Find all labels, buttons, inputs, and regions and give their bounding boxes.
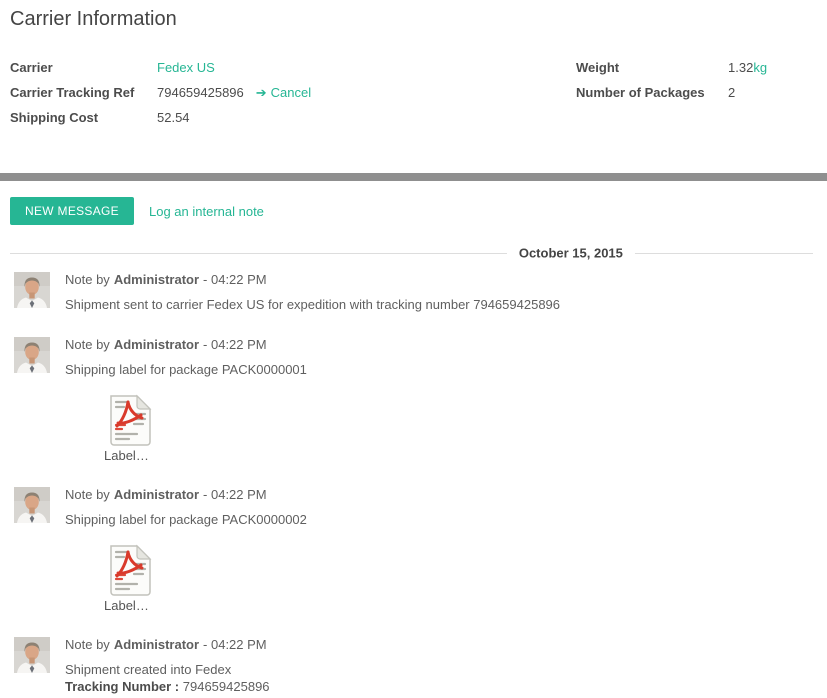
message-prefix: Note by: [65, 487, 110, 502]
cancel-button[interactable]: ➔ Cancel: [256, 84, 311, 102]
message-header: Note by Administrator - 04:22 PM: [65, 272, 817, 288]
field-row-tracking-ref: Carrier Tracking Ref 794659425896 ➔ Cance…: [10, 81, 576, 106]
message-body: Shipping label for package PACK0000001: [65, 362, 307, 377]
message-author: Administrator: [113, 337, 200, 352]
message: Note by Administrator - 04:22 PM Shipping …: [10, 487, 817, 613]
field-row-packages: Number of Packages 2: [576, 81, 817, 106]
chatter-actions: NEW MESSAGE Log an internal note: [10, 197, 817, 225]
carrier-label: Carrier: [10, 60, 53, 75]
page-title: Carrier Information: [10, 8, 177, 30]
avatar: [14, 272, 50, 308]
weight-label: Weight: [576, 60, 620, 75]
message-header: Note by Administrator - 04:22 PM: [65, 487, 817, 503]
message-body: Shipping label for package PACK0000002: [65, 512, 307, 527]
avatar: [14, 487, 50, 523]
packages-value: 2: [728, 85, 736, 100]
attachment-pdf[interactable]: LabelFe...: [104, 392, 156, 463]
chatter: NEW MESSAGE Log an internal note October…: [0, 181, 827, 695]
message-content: Note by Administrator - 04:22 PM Shipping …: [65, 337, 817, 463]
message: Note by Administrator - 04:22 PM Shipping …: [10, 337, 817, 463]
packages-label: Number of Packages: [576, 85, 705, 100]
message-time: - 04:22 PM: [203, 487, 267, 502]
message-time: - 04:22 PM: [203, 272, 267, 287]
tracking-number-label: Tracking Number :: [65, 679, 180, 694]
message-header: Note by Administrator - 04:22 PM: [65, 637, 817, 653]
log-internal-note-link[interactable]: Log an internal note: [149, 204, 264, 219]
message-header: Note by Administrator - 04:22 PM: [65, 337, 817, 353]
weight-value: 1.32: [728, 60, 754, 75]
shipping-cost-label: Shipping Cost: [10, 110, 99, 125]
new-message-button[interactable]: NEW MESSAGE: [10, 197, 134, 225]
attachment-name[interactable]: LabelFe...: [104, 598, 156, 613]
message-content: Note by Administrator - 04:22 PM Shipping …: [65, 487, 817, 613]
message-author: Administrator: [113, 637, 200, 652]
attachment-name[interactable]: LabelFe...: [104, 448, 156, 463]
field-group-right: Weight 1.32 kg Number of Packages 2: [576, 56, 817, 131]
message-content: Note by Administrator - 04:22 PM Shipment …: [65, 272, 817, 313]
tracking-ref-value: 794659425896: [157, 85, 244, 100]
field-group-left: Carrier Fedex US Carrier Tracking Ref 79…: [10, 56, 576, 131]
tracking-number-value: 794659425896: [182, 679, 270, 694]
carrier-information-sheet: Carrier Information Carrier Fedex US Car…: [0, 0, 827, 173]
shipping-cost-value: 52.54: [157, 110, 190, 125]
message-body-line: Shipment created into Fedex: [65, 662, 232, 677]
avatar: [14, 637, 50, 673]
message-prefix: Note by: [65, 637, 110, 652]
message-body: Shipment created into Fedex Tracking Num…: [65, 661, 817, 695]
cancel-button-label: Cancel: [270, 85, 312, 100]
arrow-right-icon: ➔: [255, 85, 267, 100]
avatar: [14, 337, 50, 373]
field-row-carrier: Carrier Fedex US: [10, 56, 576, 81]
tracking-ref-label: Carrier Tracking Ref: [10, 85, 135, 100]
message-content: Note by Administrator - 04:22 PM Shipment …: [65, 637, 817, 695]
message-body: Shipment sent to carrier Fedex US for ex…: [65, 297, 561, 312]
weight-unit: kg: [753, 60, 768, 75]
sheet-bottom-divider: [0, 173, 827, 181]
message-prefix: Note by: [65, 272, 110, 287]
message: Note by Administrator - 04:22 PM Shipment …: [10, 272, 817, 313]
date-divider-label: October 15, 2015: [506, 245, 635, 261]
field-group: Carrier Fedex US Carrier Tracking Ref 79…: [10, 56, 817, 131]
message-author: Administrator: [113, 272, 200, 287]
date-divider-rule: [10, 253, 813, 254]
date-divider: October 15, 2015: [10, 245, 817, 261]
carrier-value-link[interactable]: Fedex US: [157, 59, 215, 77]
message-author: Administrator: [113, 487, 200, 502]
message-body-line: Tracking Number : 794659425896: [65, 678, 817, 695]
field-row-weight: Weight 1.32 kg: [576, 56, 817, 81]
field-row-shipping-cost: Shipping Cost 52.54: [10, 106, 576, 131]
attachment-pdf[interactable]: LabelFe...: [104, 542, 156, 613]
message-time: - 04:22 PM: [203, 337, 267, 352]
message: Note by Administrator - 04:22 PM Shipment …: [10, 637, 817, 695]
message-time: - 04:22 PM: [203, 637, 267, 652]
message-prefix: Note by: [65, 337, 110, 352]
pdf-file-icon: [107, 392, 153, 446]
pdf-file-icon: [107, 542, 153, 596]
